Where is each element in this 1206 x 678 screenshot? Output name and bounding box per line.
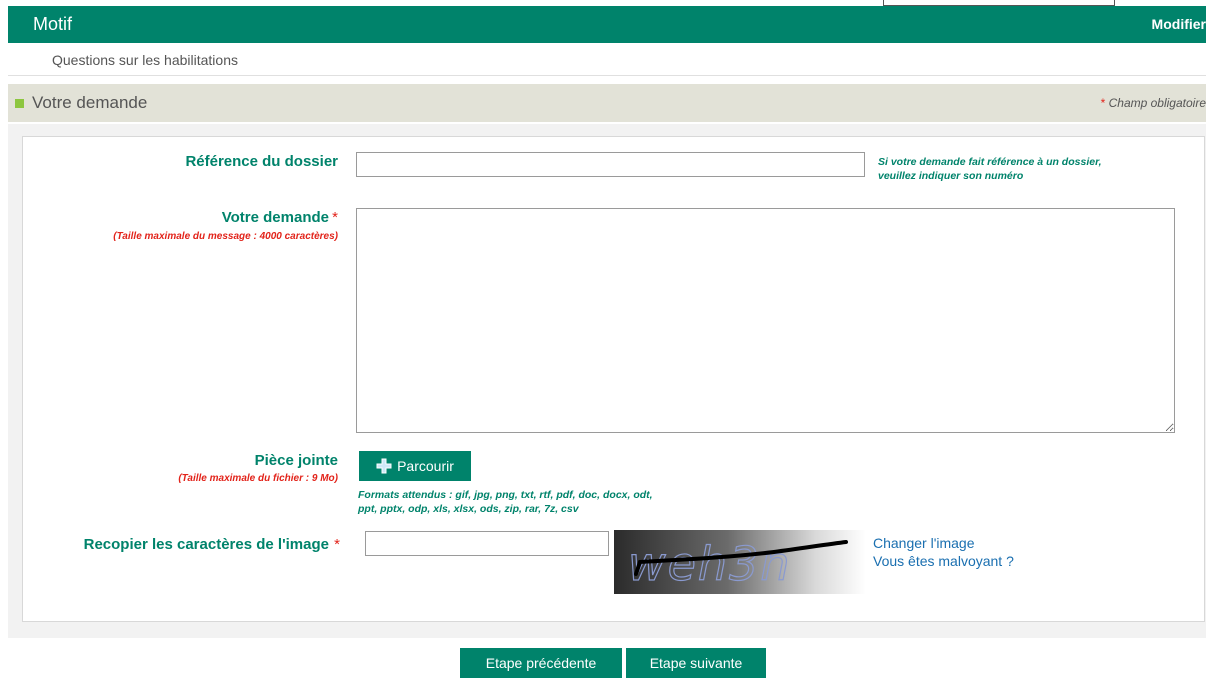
reference-hint: Si votre demande fait référence à un dos… <box>878 155 1102 183</box>
motif-value: Questions sur les habilitations <box>52 52 238 68</box>
reference-label: Référence du dossier <box>185 153 338 170</box>
reference-hint-line2: veuillez indiquer son numéro <box>878 170 1024 182</box>
request-required-icon: * <box>332 209 338 226</box>
accepted-formats: Formats attendus : gif, jpg, png, txt, r… <box>358 488 653 516</box>
request-max-size-note: (Taille maximale du message : 4000 carac… <box>113 231 338 242</box>
reference-input[interactable] <box>356 152 865 177</box>
attachment-max-size-note: (Taille maximale du fichier : 9 Mo) <box>178 473 338 484</box>
captcha-required-icon: * <box>334 536 340 553</box>
required-star: * <box>1100 96 1106 110</box>
previous-step-button[interactable]: Etape précédente <box>460 648 622 678</box>
browse-label: Parcourir <box>397 458 454 474</box>
motif-value-row: Questions sur les habilitations <box>8 43 1206 76</box>
required-note-text: Champ obligatoire <box>1108 96 1206 110</box>
request-label: Votre demande <box>221 209 329 226</box>
header-title: Motif <box>33 14 73 34</box>
accepted-formats-line1: Formats attendus : gif, jpg, png, txt, r… <box>358 489 653 501</box>
next-step-button[interactable]: Etape suivante <box>626 648 766 678</box>
browse-button[interactable]: Parcourir <box>359 451 471 481</box>
motif-header: Motif Modifier <box>8 6 1206 43</box>
request-required-star: * <box>332 209 338 226</box>
captcha-text: weh3n <box>628 537 792 591</box>
section-square-icon <box>15 99 24 108</box>
plus-icon <box>376 458 392 474</box>
section-header: Votre demande * Champ obligatoire <box>8 84 1206 122</box>
captcha-input[interactable] <box>365 531 609 556</box>
attachment-label: Pièce jointe <box>254 452 338 469</box>
visually-impaired-link[interactable]: Vous êtes malvoyant ? <box>873 553 1014 569</box>
captcha-drawing: weh3n <box>627 536 848 592</box>
accepted-formats-line2: ppt, pptx, odp, xls, xlsx, ods, zip, rar… <box>358 503 579 515</box>
change-image-link[interactable]: Changer l'image <box>873 535 975 551</box>
reference-hint-line1: Si votre demande fait référence à un dos… <box>878 156 1102 168</box>
captcha-required-star: * <box>334 536 340 553</box>
request-textarea[interactable] <box>356 208 1175 433</box>
required-field-note: * Champ obligatoire <box>1101 96 1206 110</box>
section-title: Votre demande <box>32 93 148 112</box>
modify-link[interactable]: Modifier <box>1152 16 1206 32</box>
captcha-label: Recopier les caractères de l'image <box>83 536 329 553</box>
captcha-image: weh3n <box>614 530 866 594</box>
